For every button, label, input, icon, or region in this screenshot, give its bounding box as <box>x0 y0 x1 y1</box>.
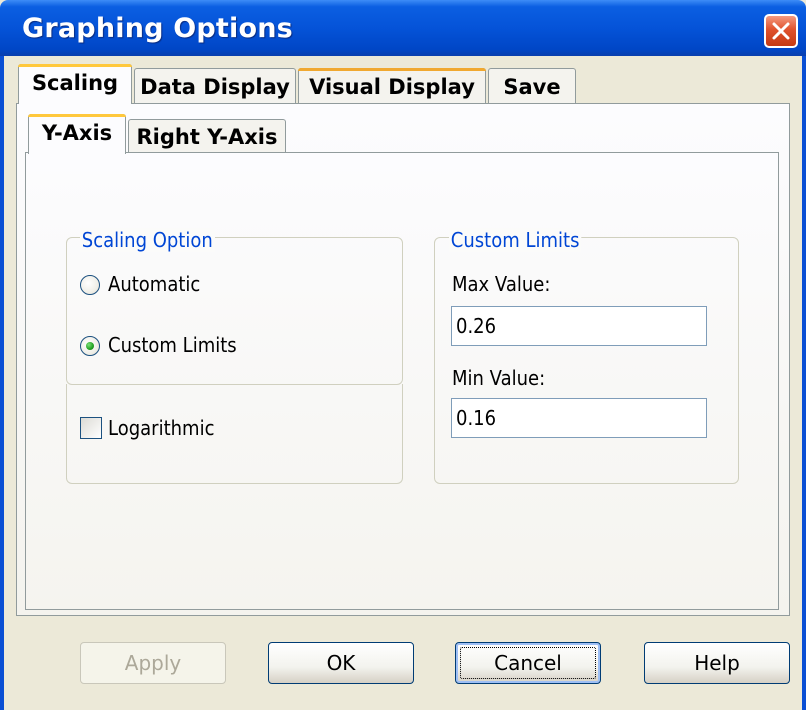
custom-limits-radio-label[interactable]: Custom Limits <box>108 333 237 357</box>
scaling-option-legend: Scaling Option <box>80 228 215 252</box>
window-frame-left <box>0 56 4 710</box>
title-bar[interactable]: Graphing Options <box>0 0 806 56</box>
max-value-text: 0.26 <box>456 314 497 338</box>
automatic-label[interactable]: Automatic <box>108 272 200 296</box>
min-value-text: 0.16 <box>456 406 497 430</box>
tab-y-axis[interactable]: Y-Axis <box>28 114 126 154</box>
ok-button[interactable]: OK <box>268 642 414 684</box>
max-value-label: Max Value: <box>452 272 551 296</box>
automatic-radio[interactable] <box>80 275 100 295</box>
window-frame-right <box>802 56 806 710</box>
tab-right-y-axis[interactable]: Right Y-Axis <box>128 119 286 153</box>
close-icon <box>772 22 790 40</box>
scaling-option-group <box>66 237 403 385</box>
logarithmic-label[interactable]: Logarithmic <box>108 416 214 440</box>
graphing-options-dialog: Graphing Options Scaling Data Display Vi… <box>0 0 806 710</box>
window-title: Graphing Options <box>22 13 293 44</box>
custom-limits-legend: Custom Limits <box>449 228 582 252</box>
custom-limits-radio[interactable] <box>80 336 100 356</box>
tab-data-display[interactable]: Data Display <box>134 68 296 104</box>
tab-save[interactable]: Save <box>488 68 576 104</box>
tab-visual-display[interactable]: Visual Display <box>298 68 486 104</box>
logarithmic-checkbox[interactable] <box>80 417 102 439</box>
cancel-button[interactable]: Cancel <box>455 642 601 684</box>
help-button[interactable]: Help <box>644 642 790 684</box>
focus-ring <box>460 647 596 679</box>
radio-selected-dot <box>86 342 94 350</box>
apply-button[interactable]: Apply <box>80 642 226 684</box>
min-value-label: Min Value: <box>452 366 546 390</box>
min-value-input[interactable]: 0.16 <box>451 398 707 438</box>
tab-scaling[interactable]: Scaling <box>18 64 132 104</box>
close-button[interactable] <box>764 14 798 48</box>
max-value-input[interactable]: 0.26 <box>451 306 707 346</box>
